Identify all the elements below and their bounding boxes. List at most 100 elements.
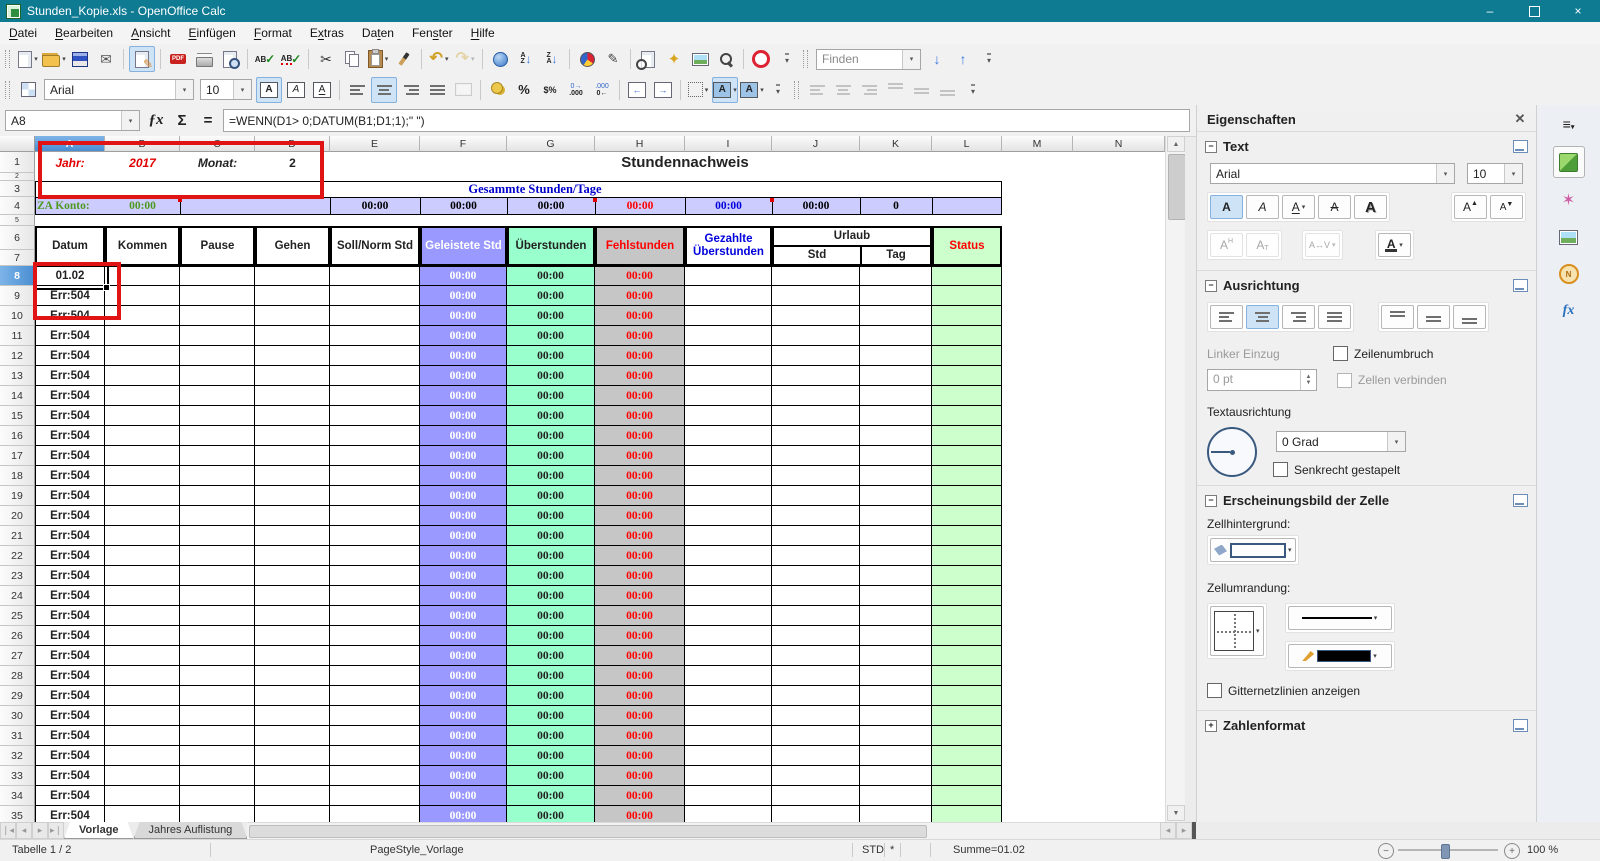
column-header-B[interactable]: B <box>105 136 180 152</box>
header-kommen[interactable]: Kommen <box>105 226 180 266</box>
cell-G35[interactable]: 00:00 <box>507 806 595 822</box>
cell-K35[interactable] <box>860 806 932 822</box>
cell-I24[interactable] <box>685 586 772 606</box>
sheet-tab-jahres-auflistung[interactable]: Jahres Auflistung <box>134 822 248 839</box>
cell-E30[interactable] <box>330 706 420 726</box>
cell-F17[interactable]: 00:00 <box>420 446 507 466</box>
sidebar-align-top-button[interactable] <box>1381 305 1414 329</box>
cell-B28[interactable] <box>105 666 180 686</box>
toolbar-grip[interactable] <box>5 80 10 99</box>
cell-E34[interactable] <box>330 786 420 806</box>
cell-I22[interactable] <box>685 546 772 566</box>
stepper-arrows-icon[interactable]: ▲ ▼ <box>1300 370 1316 390</box>
section-text-header[interactable]: − Text <box>1197 131 1536 159</box>
cell-B4[interactable]: 00:00 <box>105 197 180 215</box>
pane-splitter[interactable] <box>1192 822 1196 839</box>
help-icon[interactable] <box>749 47 773 71</box>
cell-G34[interactable]: 00:00 <box>507 786 595 806</box>
cell-F12[interactable]: 00:00 <box>420 346 507 366</box>
cell-B25[interactable] <box>105 606 180 626</box>
row-header-13[interactable]: 13 <box>0 366 35 386</box>
cell-F18[interactable]: 00:00 <box>420 466 507 486</box>
sum-display[interactable]: Summe=01.02 <box>953 844 1025 856</box>
cell-J8[interactable] <box>772 266 860 286</box>
cell-B12[interactable] <box>105 346 180 366</box>
zoom-icon[interactable] <box>714 47 738 71</box>
decrease-font-button[interactable]: A ▼ <box>1490 195 1523 219</box>
cell-H22[interactable]: 00:00 <box>595 546 685 566</box>
chevron-down-icon[interactable]: ▾ <box>175 80 193 99</box>
row-header-3[interactable]: 3 <box>0 181 35 197</box>
cell-I21[interactable] <box>685 526 772 546</box>
cell-K16[interactable] <box>860 426 932 446</box>
cell-C19[interactable] <box>180 486 255 506</box>
column-header-M[interactable]: M <box>1002 136 1073 152</box>
cell-I12[interactable] <box>685 346 772 366</box>
zoom-slider-thumb[interactable] <box>1441 844 1450 859</box>
cell-L15[interactable] <box>932 406 1002 426</box>
formula-input[interactable]: =WENN(D1> 0;DATUM(B1;D1;1);" ") <box>223 109 1190 132</box>
checkbox-icon[interactable] <box>1333 346 1348 361</box>
cell-L11[interactable] <box>932 326 1002 346</box>
cell-L16[interactable] <box>932 426 1002 446</box>
collapse-icon[interactable]: − <box>1205 494 1217 507</box>
row-header-31[interactable]: 31 <box>0 726 35 746</box>
cell-L23[interactable] <box>932 566 1002 586</box>
checkbox-icon[interactable] <box>1273 462 1288 477</box>
underline-button[interactable]: A ▾ <box>1282 195 1315 219</box>
menu-einfügen[interactable]: Einfügen <box>179 23 244 43</box>
stacked-checkbox[interactable]: Senkrecht gestapelt <box>1273 462 1526 477</box>
horizontal-scrollbar-thumb[interactable] <box>249 825 927 838</box>
cell-B14[interactable] <box>105 386 180 406</box>
cell-G20[interactable]: 00:00 <box>507 506 595 526</box>
row-header-4[interactable]: 4 <box>0 197 35 215</box>
cell-K10[interactable] <box>860 306 932 326</box>
cell-K11[interactable] <box>860 326 932 346</box>
cell-H14[interactable]: 00:00 <box>595 386 685 406</box>
cell-G18[interactable]: 00:00 <box>507 466 595 486</box>
chevron-down-icon[interactable]: ▾ <box>121 111 139 130</box>
menu-datei[interactable]: Datei <box>0 23 46 43</box>
cell-D14[interactable] <box>255 386 330 406</box>
gallery-icon[interactable] <box>688 47 712 71</box>
obj-align-left-icon[interactable] <box>805 78 829 102</box>
header-urlaub-tag[interactable]: Tag <box>862 247 930 264</box>
vertical-scrollbar-thumb[interactable] <box>1168 154 1185 220</box>
cell-C35[interactable] <box>180 806 255 822</box>
cell-G10[interactable]: 00:00 <box>507 306 595 326</box>
cell-I30[interactable] <box>685 706 772 726</box>
cell-J25[interactable] <box>772 606 860 626</box>
row-header-12[interactable]: 12 <box>0 346 35 366</box>
cell-H8[interactable]: 00:00 <box>595 266 685 286</box>
cell-F11[interactable]: 00:00 <box>420 326 507 346</box>
cell-A15[interactable]: Err:504 <box>35 406 105 426</box>
cell-A14[interactable]: Err:504 <box>35 386 105 406</box>
chevron-down-icon[interactable]: ▾ <box>1387 432 1405 451</box>
sort-descending-icon[interactable]: Z A ↓ <box>540 47 564 71</box>
line-style-button[interactable]: ▾ <box>1287 606 1392 630</box>
cell-C20[interactable] <box>180 506 255 526</box>
cell-C27[interactable] <box>180 646 255 666</box>
zoom-level[interactable]: 100 % <box>1527 844 1558 856</box>
currency-icon[interactable] <box>486 78 510 102</box>
cell-H26[interactable]: 00:00 <box>595 626 685 646</box>
cell-I4[interactable]: 00:00 <box>685 197 772 215</box>
row-header-20[interactable]: 20 <box>0 506 35 526</box>
print-icon[interactable] <box>192 47 216 71</box>
cell-I33[interactable] <box>685 766 772 786</box>
spellcheck-icon[interactable]: AB ✓ <box>253 47 277 71</box>
cell-C21[interactable] <box>180 526 255 546</box>
row-header-24[interactable]: 24 <box>0 586 35 606</box>
cell-E33[interactable] <box>330 766 420 786</box>
cell-A1[interactable]: Jahr: <box>35 152 105 173</box>
shadow-button[interactable]: A <box>1354 195 1387 219</box>
bold-button[interactable]: A <box>1210 195 1243 219</box>
chevron-down-icon[interactable]: ▾ <box>1436 164 1454 183</box>
cell-J23[interactable] <box>772 566 860 586</box>
cell-H20[interactable]: 00:00 <box>595 506 685 526</box>
toolbar-grip[interactable] <box>794 80 799 99</box>
obj-center-v-icon[interactable] <box>909 78 933 102</box>
cell-L21[interactable] <box>932 526 1002 546</box>
menu-ansicht[interactable]: Ansicht <box>122 23 179 43</box>
cell-I14[interactable] <box>685 386 772 406</box>
